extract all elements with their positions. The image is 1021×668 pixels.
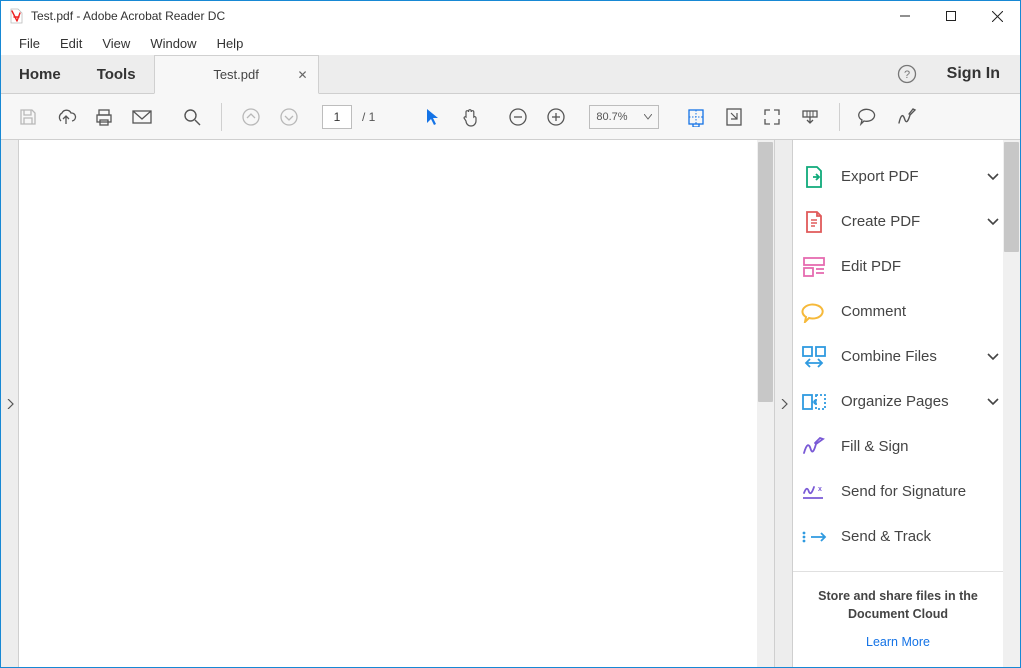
tool-label: Create PDF (841, 213, 987, 230)
title-bar: Test.pdf - Adobe Acrobat Reader DC (1, 1, 1020, 31)
save-button[interactable] (11, 100, 45, 134)
tool-comment[interactable]: Comment (801, 289, 1003, 334)
maximize-button[interactable] (928, 1, 974, 31)
menu-help[interactable]: Help (209, 34, 252, 53)
tool-fill-sign[interactable]: Fill & Sign (801, 424, 1003, 469)
zoom-out-button[interactable] (501, 100, 535, 134)
print-button[interactable] (87, 100, 121, 134)
page-total-label: / 1 (362, 110, 375, 124)
tool-label: Combine Files (841, 348, 987, 365)
tool-send-track[interactable]: Send & Track (801, 514, 1003, 559)
app-icon (9, 8, 25, 24)
close-tab-icon[interactable]: ✕ (298, 68, 308, 82)
dropdown-arrow-icon (644, 114, 652, 120)
zoom-in-button[interactable] (539, 100, 573, 134)
combine-files-icon (801, 344, 827, 370)
sign-button[interactable] (890, 100, 924, 134)
tools-scrollbar[interactable] (1003, 140, 1020, 667)
email-button[interactable] (125, 100, 159, 134)
svg-text:?: ? (904, 69, 910, 81)
cloud-promo-text: Store and share files in the Document Cl… (805, 588, 991, 623)
tool-label: Send & Track (841, 528, 1003, 545)
minimize-button[interactable] (882, 1, 928, 31)
prev-page-button[interactable] (234, 100, 268, 134)
left-panel-toggle[interactable] (1, 140, 19, 667)
content-area: Export PDF Create PDF Edit PDF Comment C… (1, 140, 1020, 667)
next-page-button[interactable] (272, 100, 306, 134)
tool-label: Fill & Sign (841, 438, 1003, 455)
create-pdf-icon (801, 209, 827, 235)
right-panel-toggle[interactable] (775, 140, 793, 667)
menu-file[interactable]: File (11, 34, 48, 53)
menu-bar: File Edit View Window Help (1, 31, 1020, 55)
send-track-icon (801, 524, 827, 550)
svg-text:x: x (818, 486, 822, 493)
tool-create-pdf[interactable]: Create PDF (801, 199, 1003, 244)
zoom-value: 80.7% (596, 111, 627, 123)
tool-label: Comment (841, 303, 1003, 320)
main-toolbar: / 1 80.7% (1, 94, 1020, 140)
tab-home[interactable]: Home (1, 55, 79, 93)
document-tab[interactable]: Test.pdf ✕ (154, 55, 319, 94)
read-mode-button[interactable] (793, 100, 827, 134)
tool-send-signature[interactable]: x Send for Signature (801, 469, 1003, 514)
tabs-bar: Home Tools Test.pdf ✕ ? Sign In (1, 55, 1020, 94)
zoom-dropdown[interactable]: 80.7% (589, 105, 659, 129)
learn-more-link[interactable]: Learn More (805, 635, 991, 649)
cursor-button[interactable] (415, 100, 449, 134)
menu-edit[interactable]: Edit (52, 34, 90, 53)
hand-button[interactable] (453, 100, 487, 134)
edit-pdf-icon (801, 254, 827, 280)
document-scrollbar[interactable] (757, 140, 774, 667)
tool-export-pdf[interactable]: Export PDF (801, 154, 1003, 199)
chevron-down-icon (987, 218, 1003, 226)
window-title: Test.pdf - Adobe Acrobat Reader DC (31, 9, 882, 23)
tool-label: Send for Signature (841, 483, 1003, 500)
cloud-upload-button[interactable] (49, 100, 83, 134)
page-number-input[interactable] (322, 105, 352, 129)
comment-icon (801, 299, 827, 325)
chevron-down-icon (987, 353, 1003, 361)
tool-label: Organize Pages (841, 393, 987, 410)
tools-pane: Export PDF Create PDF Edit PDF Comment C… (793, 140, 1020, 667)
tool-label: Edit PDF (841, 258, 1003, 275)
fill-sign-icon (801, 434, 827, 460)
tools-list: Export PDF Create PDF Edit PDF Comment C… (793, 140, 1020, 565)
fit-width-button[interactable] (679, 100, 713, 134)
tool-organize-pages[interactable]: Organize Pages (801, 379, 1003, 424)
tab-tools[interactable]: Tools (79, 55, 154, 93)
scrollbar-thumb[interactable] (758, 142, 773, 402)
tool-label: Export PDF (841, 168, 987, 185)
fit-page-button[interactable] (717, 100, 751, 134)
sign-in-button[interactable]: Sign In (927, 55, 1020, 93)
menu-view[interactable]: View (94, 34, 138, 53)
organize-pages-icon (801, 389, 827, 415)
window-controls (882, 1, 1020, 31)
chevron-down-icon (987, 398, 1003, 406)
fullscreen-button[interactable] (755, 100, 789, 134)
help-button[interactable]: ? (887, 55, 927, 93)
cloud-promo: Store and share files in the Document Cl… (793, 571, 1003, 667)
chevron-down-icon (987, 173, 1003, 181)
tool-combine-files[interactable]: Combine Files (801, 334, 1003, 379)
menu-window[interactable]: Window (142, 34, 204, 53)
send-signature-icon: x (801, 479, 827, 505)
document-tab-label: Test.pdf (213, 67, 259, 82)
tool-edit-pdf[interactable]: Edit PDF (801, 244, 1003, 289)
scrollbar-thumb[interactable] (1004, 142, 1019, 252)
document-viewport[interactable] (19, 140, 775, 667)
close-button[interactable] (974, 1, 1020, 31)
comment-button[interactable] (852, 100, 886, 134)
export-pdf-icon (801, 164, 827, 190)
search-button[interactable] (175, 100, 209, 134)
